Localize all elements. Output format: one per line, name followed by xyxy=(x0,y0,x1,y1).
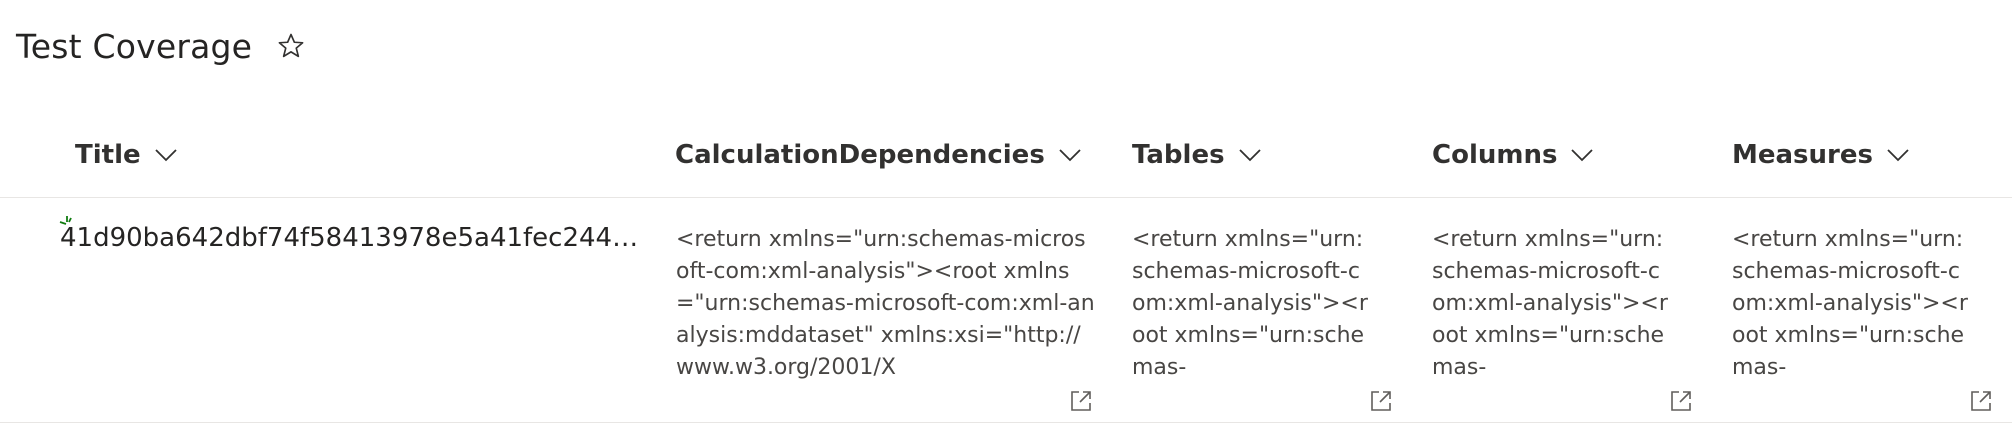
list-page: Test Coverage Title CalculationDependenc… xyxy=(0,0,2012,426)
column-header-label: CalculationDependencies xyxy=(675,140,1045,170)
column-header-calculationdependencies[interactable]: CalculationDependencies xyxy=(675,125,1083,185)
column-header-label: Measures xyxy=(1732,140,1873,170)
chevron-down-icon xyxy=(1887,143,1911,167)
columns-cell: <return xmlns="urn:schemas-microsoft-com… xyxy=(1432,227,1668,380)
column-header-tables[interactable]: Tables xyxy=(1132,125,1263,185)
open-in-new-icon[interactable] xyxy=(1068,388,1094,414)
open-in-new-icon[interactable] xyxy=(1368,388,1394,414)
column-header-title[interactable]: Title xyxy=(75,125,179,185)
column-header-label: Title xyxy=(75,140,141,170)
open-in-new-icon[interactable] xyxy=(1668,388,1694,414)
measures-cell: <return xmlns="urn:schemas-microsoft-com… xyxy=(1732,227,1968,380)
table-row[interactable]: 41d90ba642dbf74f58413978e5a41fec244ca… <… xyxy=(0,198,2012,423)
page-title: Test Coverage xyxy=(16,26,253,66)
star-outline-icon[interactable] xyxy=(274,29,308,63)
tables-cell: <return xmlns="urn:schemas-microsoft-com… xyxy=(1132,227,1368,380)
list-title-bar: Test Coverage xyxy=(16,22,308,70)
chevron-down-icon xyxy=(154,143,179,167)
column-header-label: Columns xyxy=(1432,140,1558,170)
row-title-link[interactable]: 41d90ba642dbf74f58413978e5a41fec244ca… xyxy=(60,223,640,253)
column-header-columns[interactable]: Columns xyxy=(1432,125,1595,185)
chevron-down-icon xyxy=(1571,143,1595,167)
column-header-measures[interactable]: Measures xyxy=(1732,125,1911,185)
column-header-label: Tables xyxy=(1132,140,1225,170)
open-in-new-icon[interactable] xyxy=(1968,388,1994,414)
chevron-down-icon xyxy=(1059,143,1083,167)
column-header-row: Title CalculationDependencies Tables Col… xyxy=(0,125,2012,198)
chevron-down-icon xyxy=(1238,143,1263,167)
calculationdependencies-cell: <return xmlns="urn:schemas-microsoft-com… xyxy=(676,227,1095,380)
